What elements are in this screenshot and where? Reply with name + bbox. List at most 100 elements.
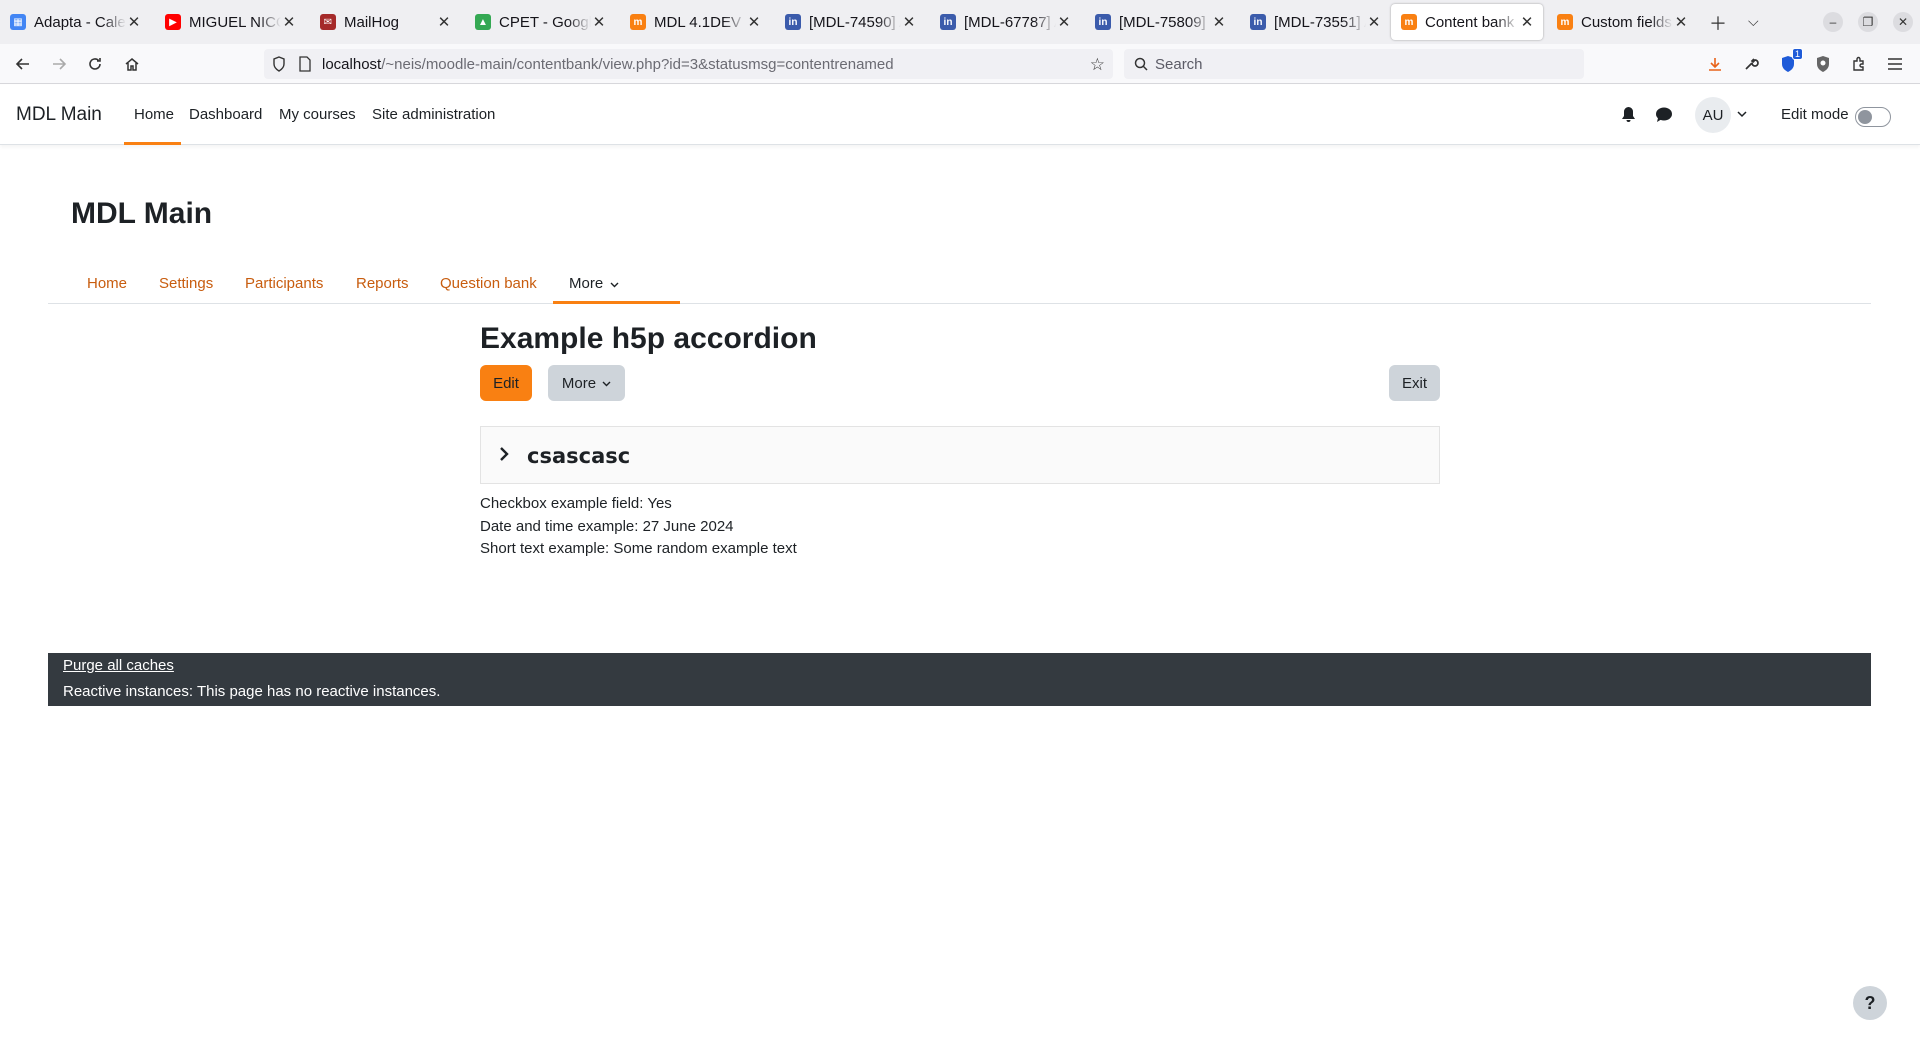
chevron-down-icon bbox=[602, 379, 611, 388]
restore-icon[interactable]: ❐ bbox=[1858, 12, 1878, 32]
close-tab-icon[interactable]: ✕ bbox=[1673, 13, 1689, 31]
search-icon bbox=[1134, 57, 1148, 71]
new-tab-icon[interactable]: ＋ bbox=[1709, 10, 1727, 36]
url-host: localhost bbox=[322, 55, 382, 73]
jira-icon: in bbox=[940, 14, 956, 30]
moodle-icon: m bbox=[630, 14, 646, 30]
toggle-knob bbox=[1858, 110, 1872, 124]
close-tab-icon[interactable]: ✕ bbox=[901, 13, 917, 31]
youtube-icon: ▶ bbox=[165, 14, 181, 30]
google-drive-icon: ▲ bbox=[475, 14, 491, 30]
custom-field-checkbox: Checkbox example field: Yes bbox=[480, 495, 672, 512]
developer-tools-icon[interactable] bbox=[1739, 52, 1763, 76]
debug-footer: Purge all caches Reactive instances: Thi… bbox=[48, 653, 1871, 706]
secondary-nav-more[interactable]: More bbox=[569, 275, 619, 292]
search-bar[interactable]: Search bbox=[1124, 49, 1584, 79]
moodle-icon: m bbox=[1401, 14, 1417, 30]
minimize-icon[interactable]: – bbox=[1823, 12, 1843, 32]
nav-item-my-courses[interactable]: My courses bbox=[279, 106, 356, 123]
accordion-title: csascasc bbox=[527, 444, 631, 468]
h5p-accordion: csascasc bbox=[480, 426, 1440, 484]
browser-navigation-bar: localhost/~neis/moodle-main/contentbank/… bbox=[0, 44, 1920, 84]
close-tab-icon[interactable]: ✕ bbox=[436, 13, 452, 31]
user-menu-chevron-down-icon[interactable] bbox=[1737, 106, 1747, 122]
edit-mode-toggle[interactable] bbox=[1855, 107, 1891, 127]
privacy-extension-icon[interactable] bbox=[1811, 52, 1835, 76]
shield-icon[interactable] bbox=[272, 56, 288, 72]
address-bar[interactable]: localhost/~neis/moodle-main/contentbank/… bbox=[264, 49, 1113, 79]
browser-tab[interactable]: ✉ MailHog ✕ bbox=[310, 4, 460, 40]
exit-button[interactable]: Exit bbox=[1389, 365, 1440, 401]
browser-tab-active[interactable]: m Content bank ✕ bbox=[1391, 4, 1543, 40]
secondary-nav-home[interactable]: Home bbox=[87, 275, 127, 292]
hamburger-menu-icon[interactable] bbox=[1883, 52, 1907, 76]
back-icon[interactable] bbox=[11, 52, 35, 76]
page-info-icon[interactable] bbox=[298, 56, 314, 72]
content-title: Example h5p accordion bbox=[480, 322, 817, 355]
url-text[interactable]: localhost/~neis/moodle-main/contentbank/… bbox=[322, 56, 894, 73]
jira-icon: in bbox=[1095, 14, 1111, 30]
notification-bell-icon[interactable] bbox=[1621, 106, 1636, 123]
browser-tab[interactable]: m MDL 4.1DEV ✕ bbox=[620, 4, 770, 40]
secondary-nav-more-label: More bbox=[569, 275, 604, 292]
reactive-instances-text: Reactive instances: This page has no rea… bbox=[63, 683, 441, 700]
mailhog-icon: ✉ bbox=[320, 14, 336, 30]
secondary-navigation: Home Settings Participants Reports Quest… bbox=[48, 256, 1871, 304]
forward-icon[interactable] bbox=[47, 52, 71, 76]
close-tab-icon[interactable]: ✕ bbox=[1366, 13, 1382, 31]
page-title: MDL Main bbox=[71, 197, 213, 230]
jira-icon: in bbox=[1250, 14, 1266, 30]
nav-item-dashboard[interactable]: Dashboard bbox=[189, 106, 262, 123]
browser-tab[interactable]: in [MDL-73551] A ✕ bbox=[1240, 4, 1390, 40]
nav-item-site-administration[interactable]: Site administration bbox=[372, 106, 495, 123]
active-nav-indicator bbox=[124, 142, 181, 145]
edit-button[interactable]: Edit bbox=[480, 365, 532, 401]
secondary-nav-reports[interactable]: Reports bbox=[356, 275, 409, 292]
list-tabs-chevron-icon[interactable]: ⌵ bbox=[1748, 13, 1759, 30]
close-tab-icon[interactable]: ✕ bbox=[1211, 13, 1227, 31]
active-secondary-indicator bbox=[553, 301, 680, 304]
user-avatar[interactable]: AU bbox=[1695, 97, 1731, 133]
chevron-right-icon bbox=[495, 445, 513, 463]
messages-icon[interactable] bbox=[1655, 106, 1673, 123]
browser-tab[interactable]: in [MDL-75809] C ✕ bbox=[1085, 4, 1235, 40]
close-window-icon[interactable]: ✕ bbox=[1893, 12, 1913, 32]
browser-tab[interactable]: in [MDL-74590] A ✕ bbox=[775, 4, 925, 40]
password-manager-extension-icon[interactable]: 1 bbox=[1776, 48, 1803, 76]
close-tab-icon[interactable]: ✕ bbox=[1056, 13, 1072, 31]
browser-tab[interactable]: ▶ MIGUEL NICOL ✕ bbox=[155, 4, 305, 40]
more-dropdown-button[interactable]: More bbox=[548, 365, 625, 401]
purge-all-caches-link[interactable]: Purge all caches bbox=[63, 657, 174, 674]
browser-tab-bar: ▦ Adapta - Calen ✕ ▶ MIGUEL NICOL ✕ ✉ Ma… bbox=[0, 0, 1920, 44]
home-icon[interactable] bbox=[120, 52, 144, 76]
close-tab-icon[interactable]: ✕ bbox=[126, 13, 142, 31]
accordion-header[interactable]: csascasc bbox=[481, 427, 1439, 483]
browser-tab[interactable]: ▲ CPET - Google ✕ bbox=[465, 4, 615, 40]
jira-icon: in bbox=[785, 14, 801, 30]
bookmark-star-icon[interactable]: ☆ bbox=[1090, 55, 1105, 75]
browser-tab[interactable]: in [MDL-67787] A ✕ bbox=[930, 4, 1080, 40]
close-tab-icon[interactable]: ✕ bbox=[746, 13, 762, 31]
moodle-primary-navigation: MDL Main Home Dashboard My courses Site … bbox=[0, 85, 1920, 145]
moodle-icon: m bbox=[1557, 14, 1573, 30]
custom-field-datetime: Date and time example: 27 June 2024 bbox=[480, 518, 734, 535]
extensions-puzzle-icon[interactable] bbox=[1847, 52, 1871, 76]
search-placeholder: Search bbox=[1155, 55, 1203, 73]
secondary-nav-settings[interactable]: Settings bbox=[159, 275, 213, 292]
close-tab-icon[interactable]: ✕ bbox=[591, 13, 607, 31]
site-brand-link[interactable]: MDL Main bbox=[16, 104, 102, 126]
help-button[interactable]: ? bbox=[1853, 986, 1887, 1020]
close-tab-icon[interactable]: ✕ bbox=[1519, 13, 1535, 31]
secondary-nav-question-bank[interactable]: Question bank bbox=[440, 275, 537, 292]
extension-badge: 1 bbox=[1791, 48, 1803, 60]
downloads-icon[interactable] bbox=[1703, 52, 1727, 76]
close-tab-icon[interactable]: ✕ bbox=[281, 13, 297, 31]
google-calendar-icon: ▦ bbox=[10, 14, 26, 30]
reload-icon[interactable] bbox=[83, 52, 107, 76]
browser-tab[interactable]: m Custom fields ✕ bbox=[1547, 4, 1697, 40]
secondary-nav-participants[interactable]: Participants bbox=[245, 275, 323, 292]
browser-tab[interactable]: ▦ Adapta - Calen ✕ bbox=[0, 4, 150, 40]
nav-item-home[interactable]: Home bbox=[134, 106, 174, 123]
edit-mode-label: Edit mode bbox=[1781, 106, 1849, 123]
url-path: /~neis/moodle-main/contentbank/view.php?… bbox=[381, 55, 894, 73]
